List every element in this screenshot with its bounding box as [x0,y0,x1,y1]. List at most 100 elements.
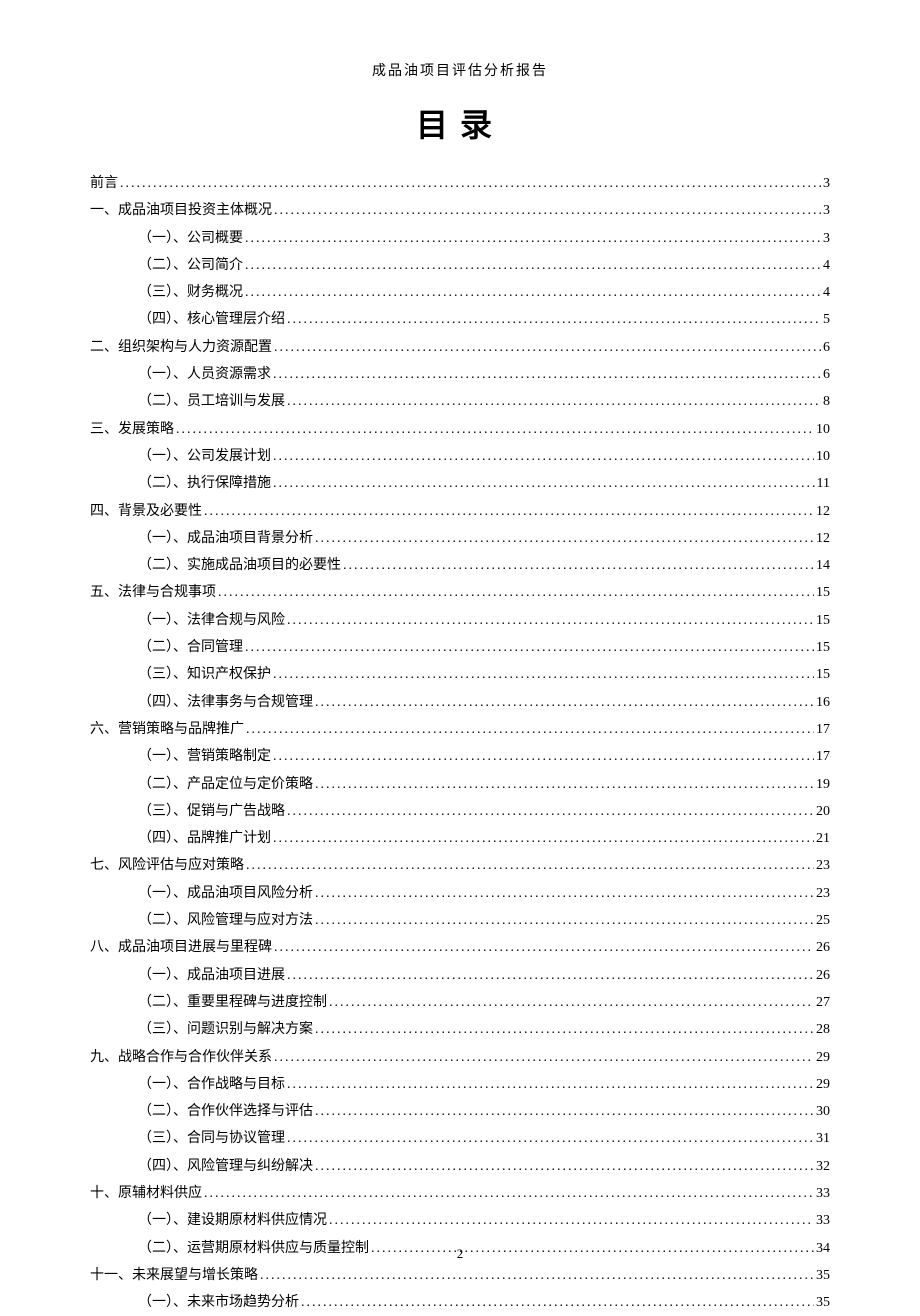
toc-entry[interactable]: （二）、员工培训与发展8 [90,388,830,415]
toc-entry-page: 12 [816,525,830,552]
toc-entry[interactable]: 前言3 [90,170,830,197]
toc-entry[interactable]: （一）、合作战略与目标29 [90,1071,830,1098]
toc-entry[interactable]: （三）、合同与协议管理31 [90,1125,830,1152]
toc-leader-dots [274,197,821,224]
toc-entry[interactable]: （二）、实施成品油项目的必要性14 [90,552,830,579]
toc-entry[interactable]: （一）、人员资源需求6 [90,361,830,388]
toc-entry[interactable]: （二）、公司简介4 [90,252,830,279]
toc-entry[interactable]: 九、战略合作与合作伙伴关系29 [90,1044,830,1071]
toc-entry-page: 26 [816,962,830,989]
toc-entry[interactable]: （二）、执行保障措施11 [90,470,830,497]
toc-entry-page: 17 [816,743,830,770]
toc-leader-dots [274,1044,814,1071]
toc-leader-dots [315,1016,814,1043]
toc-entry[interactable]: 十、原辅材料供应 33 [90,1180,830,1207]
toc-entry[interactable]: （一）、成品油项目进展 26 [90,962,830,989]
toc-entry[interactable]: （四）、核心管理层介绍 5 [90,306,830,333]
toc-entry-label: （二）、产品定位与定价策略 [138,771,313,798]
toc-entry[interactable]: （二）、合作伙伴选择与评估30 [90,1098,830,1125]
toc-leader-dots [329,1207,814,1234]
toc-entry-label: 十、原辅材料供应 [90,1180,202,1207]
document-header: 成品油项目评估分析报告 [90,60,830,80]
toc-entry-page: 15 [816,634,830,661]
toc-entry-page: 3 [823,170,830,197]
toc-entry-page: 26 [816,934,830,961]
toc-leader-dots [315,880,814,907]
toc-entry[interactable]: （二）、重要里程碑与进度控制27 [90,989,830,1016]
toc-entry[interactable]: （四）、风险管理与纠纷解决32 [90,1153,830,1180]
toc-entry-page: 12 [816,498,830,525]
toc-leader-dots [245,225,821,252]
toc-entry[interactable]: （一）、成品油项目背景分析12 [90,525,830,552]
toc-entry-label: （三）、合同与协议管理 [138,1125,285,1152]
toc-entry-label: （一）、公司概要 [138,225,243,252]
toc-entry-page: 16 [816,689,830,716]
toc-entry-label: （四）、品牌推广计划 [138,825,271,852]
toc-entry[interactable]: （一）、法律合规与风险15 [90,607,830,634]
toc-entry[interactable]: （三）、促销与广告战略20 [90,798,830,825]
toc-entry[interactable]: （一）、公司概要 3 [90,225,830,252]
toc-entry[interactable]: （二）、合同管理 15 [90,634,830,661]
toc-entry-page: 5 [823,306,830,333]
toc-entry[interactable]: （三）、财务概况 4 [90,279,830,306]
toc-entry[interactable]: （三）、问题识别与解决方案28 [90,1016,830,1043]
toc-leader-dots [245,252,821,279]
toc-entry[interactable]: （一）、公司发展计划10 [90,443,830,470]
toc-entry[interactable]: 三、发展策略 10 [90,416,830,443]
toc-entry-page: 35 [816,1289,830,1316]
toc-leader-dots [246,716,814,743]
toc-leader-dots [287,306,821,333]
toc-entry[interactable]: （一）、建设期原材料供应情况33 [90,1207,830,1234]
toc-leader-dots [343,552,814,579]
toc-entry-page: 4 [823,252,830,279]
toc-entry[interactable]: 四、背景及必要性 12 [90,498,830,525]
toc-entry-page: 10 [816,416,830,443]
toc-leader-dots [315,1098,814,1125]
toc-leader-dots [204,1180,814,1207]
toc-leader-dots [287,388,821,415]
toc-entry[interactable]: （二）、风险管理与应对方法25 [90,907,830,934]
toc-entry-page: 4 [823,279,830,306]
toc-entry-label: （四）、核心管理层介绍 [138,306,285,333]
toc-entry[interactable]: （四）、法律事务与合规管理 16 [90,689,830,716]
toc-entry-label: 四、背景及必要性 [90,498,202,525]
toc-entry[interactable]: 十一、未来展望与增长策略35 [90,1262,830,1289]
toc-entry-page: 10 [816,443,830,470]
toc-entry-label: （一）、人员资源需求 [138,361,271,388]
toc-leader-dots [260,1262,814,1289]
toc-entry-label: （二）、合作伙伴选择与评估 [138,1098,313,1125]
toc-entry-page: 11 [817,470,830,497]
toc-entry[interactable]: 六、营销策略与品牌推广17 [90,716,830,743]
toc-entry-label: （一）、成品油项目进展 [138,962,285,989]
toc-leader-dots [287,962,814,989]
toc-entry[interactable]: （一）、成品油项目风险分析23 [90,880,830,907]
toc-entry[interactable]: 八、成品油项目进展与里程碑 26 [90,934,830,961]
toc-leader-dots [287,607,814,634]
toc-leader-dots [287,1071,814,1098]
toc-title: 目录 [90,100,830,146]
toc-entry[interactable]: 二、组织架构与人力资源配置6 [90,334,830,361]
toc-entry-label: 七、风险评估与应对策略 [90,852,244,879]
toc-entry[interactable]: （四）、品牌推广计划21 [90,825,830,852]
toc-leader-dots [218,579,814,606]
toc-leader-dots [246,852,814,879]
toc-entry-label: （一）、合作战略与目标 [138,1071,285,1098]
toc-entry[interactable]: 五、法律与合规事项 15 [90,579,830,606]
toc-leader-dots [315,1153,814,1180]
toc-entry-page: 15 [816,579,830,606]
toc-entry-label: 一、成品油项目投资主体概况 [90,197,272,224]
toc-entry-label: （四）、法律事务与合规管理 [138,689,313,716]
toc-entry[interactable]: 七、风险评估与应对策略23 [90,852,830,879]
toc-entry[interactable]: （三）、知识产权保护15 [90,661,830,688]
toc-entry-label: （三）、财务概况 [138,279,243,306]
toc-entry-label: （三）、知识产权保护 [138,661,271,688]
toc-entry[interactable]: （一）、未来市场趋势分析35 [90,1289,830,1316]
toc-leader-dots [245,634,814,661]
toc-entry[interactable]: （二）、产品定位与定价策略19 [90,771,830,798]
toc-leader-dots [274,934,814,961]
toc-entry-page: 3 [823,225,830,252]
toc-entry[interactable]: （一）、营销策略制定17 [90,743,830,770]
toc-entry[interactable]: 一、成品油项目投资主体概况3 [90,197,830,224]
toc-leader-dots [273,825,814,852]
toc-entry-label: 八、成品油项目进展与里程碑 [90,934,272,961]
